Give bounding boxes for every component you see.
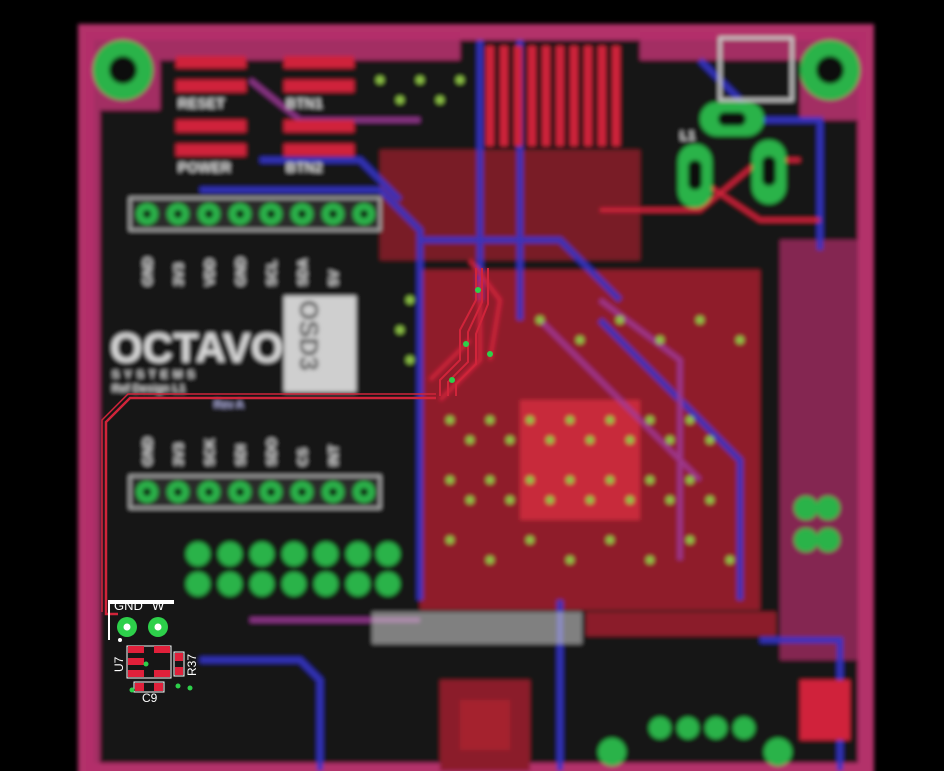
pcb-layout-canvas[interactable]: RESET BTN1 POWER BTN2 OCTAVO SYSTEMS Ref… [0,0,944,771]
header-bottom-label: GND [140,437,155,466]
gnd-pad-hole [123,623,131,631]
header-top-label: SDA [295,258,310,286]
header-bottom-label: INT [326,445,341,466]
u7-label: U7 [112,656,126,672]
u7-pad[interactable] [128,646,144,653]
header-bottom-label: 3V3 [171,443,186,466]
header-top-label: SCL [264,260,279,286]
inductor-label: L1 [680,128,695,143]
chip-mark: OSD3 [294,300,324,371]
silk-btn1: BTN1 [286,95,323,111]
w-label: W [152,598,165,613]
board-render: RESET BTN1 POWER BTN2 OCTAVO SYSTEMS Ref… [78,24,874,771]
logo-text: OCTAVO [110,324,283,371]
c9-label: C9 [142,691,158,705]
rev-text: Rev A [214,399,244,411]
u7-pad[interactable] [128,670,144,677]
r37-pad[interactable] [175,653,183,661]
header-top-label: 3V3 [171,263,186,286]
u7-pad[interactable] [154,670,170,677]
header-bottom-label: CS [295,448,310,466]
silk-reset: RESET [178,95,225,111]
silk-btn2: BTN2 [286,159,323,175]
r37-label: R37 [185,654,199,676]
header-top-label: GND [140,257,155,286]
u7-pad[interactable] [128,658,144,665]
silk-power: POWER [178,159,231,175]
gnd-label: GND [114,598,143,613]
r37-pad[interactable] [175,667,183,675]
header-top-label: 5V [326,270,341,286]
header-bottom-label: SCK [202,438,217,466]
header-bottom-label: SDO [264,438,279,466]
u7-pad[interactable] [154,646,170,653]
header-top-label: VDD [202,259,217,286]
c9-pad[interactable] [135,683,144,691]
w-pad-hole [154,623,162,631]
header-top-label: GND [233,257,248,286]
logo-subtext: SYSTEMS [112,369,200,381]
c9-pad[interactable] [154,683,163,691]
logo-tag: Ref Design L1 [112,383,185,395]
header-bottom-label: SDI [233,444,248,466]
